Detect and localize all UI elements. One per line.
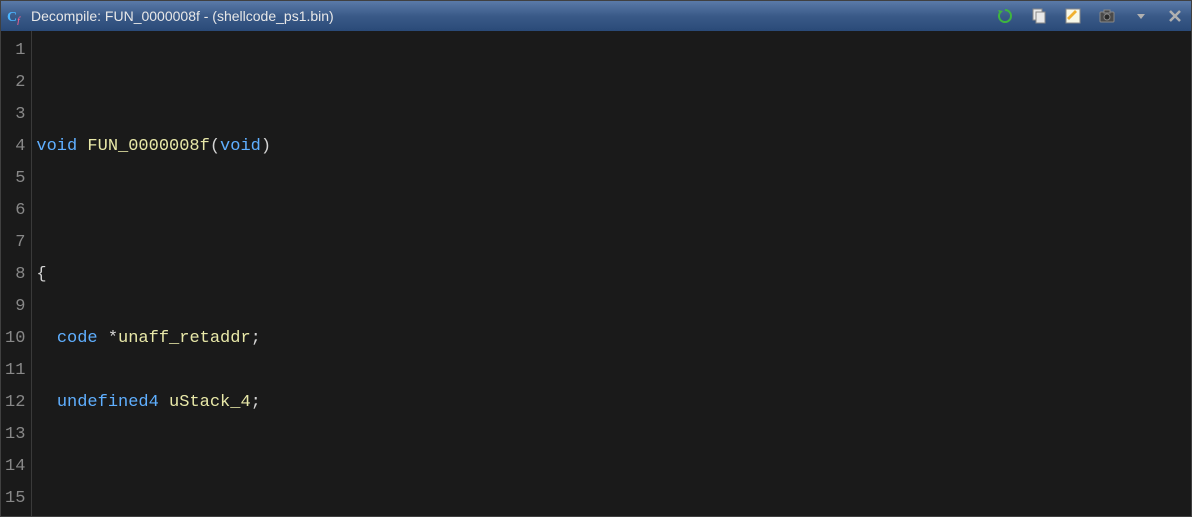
decompile-icon: C f <box>7 7 25 25</box>
gutter-line: 6 <box>5 195 25 227</box>
titlebar: C f Decompile: FUN_0000008f - (shellcode… <box>1 1 1191 31</box>
gutter-line: 12 <box>5 387 25 419</box>
snapshot-icon[interactable] <box>1097 6 1117 26</box>
line-gutter: 1 2 3 4 5 6 7 8 9 10 11 12 13 14 15 <box>1 31 32 516</box>
svg-text:C: C <box>7 10 17 25</box>
gutter-line: 14 <box>5 451 25 483</box>
code-line <box>36 195 1191 227</box>
code-line <box>36 67 1191 99</box>
gutter-line: 15 <box>5 483 25 515</box>
gutter-line: 4 <box>5 131 25 163</box>
code-line <box>36 451 1191 483</box>
gutter-line: 1 <box>5 35 25 67</box>
code-line: uStack_4 = 0x696e6977; <box>36 515 1191 516</box>
decompile-window: C f Decompile: FUN_0000008f - (shellcode… <box>0 0 1192 517</box>
gutter-line: 9 <box>5 291 25 323</box>
code-line: void FUN_0000008f(void) <box>36 131 1191 163</box>
copy-icon[interactable] <box>1029 6 1049 26</box>
gutter-line: 5 <box>5 163 25 195</box>
gutter-line: 2 <box>5 67 25 99</box>
window-title: Decompile: FUN_0000008f - (shellcode_ps1… <box>31 8 995 24</box>
refresh-icon[interactable] <box>995 6 1015 26</box>
dropdown-icon[interactable] <box>1131 6 1151 26</box>
gutter-line: 10 <box>5 323 25 355</box>
code-line: code *unaff_retaddr; <box>36 323 1191 355</box>
svg-text:f: f <box>17 16 21 25</box>
code-line: { <box>36 259 1191 291</box>
titlebar-actions <box>995 6 1185 26</box>
code-line: undefined4 uStack_4; <box>36 387 1191 419</box>
gutter-line: 11 <box>5 355 25 387</box>
code-content[interactable]: void FUN_0000008f(void) { code *unaff_re… <box>32 31 1191 516</box>
gutter-line: 7 <box>5 227 25 259</box>
code-area[interactable]: 1 2 3 4 5 6 7 8 9 10 11 12 13 14 15 void… <box>1 31 1191 516</box>
edit-icon[interactable] <box>1063 6 1083 26</box>
gutter-line: 8 <box>5 259 25 291</box>
gutter-line: 3 <box>5 99 25 131</box>
gutter-line: 13 <box>5 419 25 451</box>
close-icon[interactable] <box>1165 6 1185 26</box>
